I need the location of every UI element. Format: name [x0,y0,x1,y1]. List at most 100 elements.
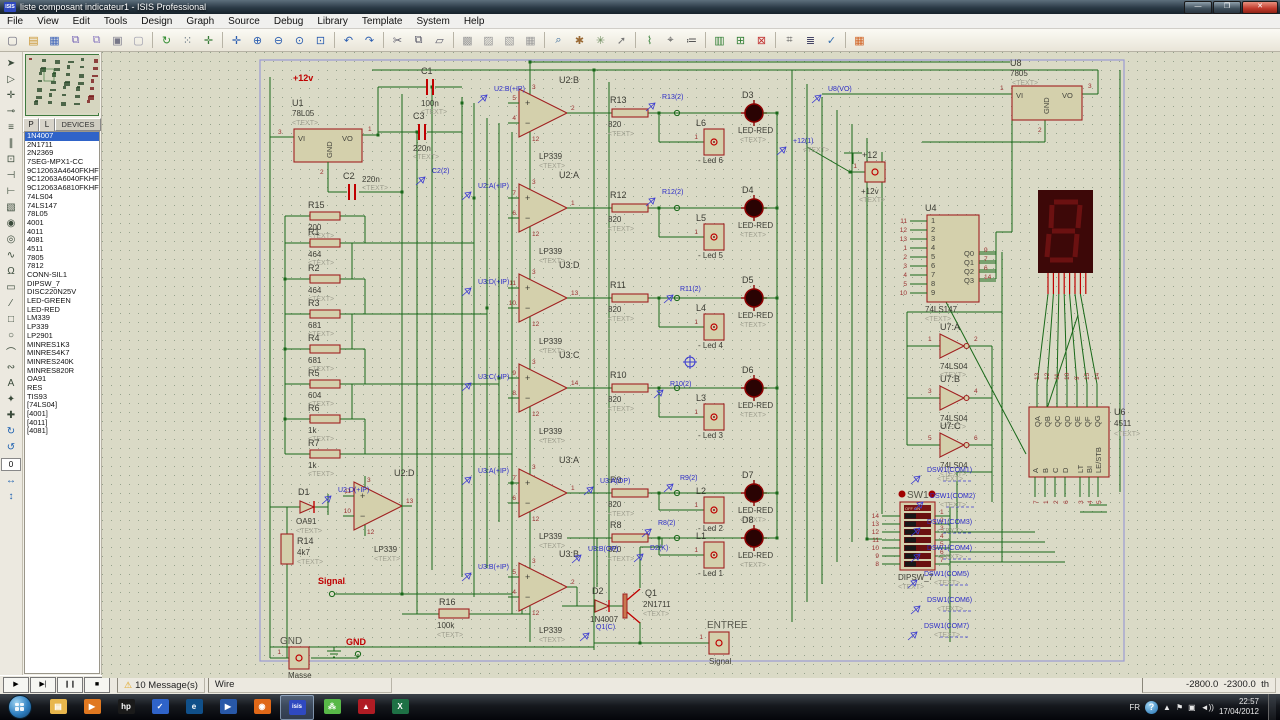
packaging-tool-icon[interactable]: ✳ [591,31,610,50]
menu-help[interactable]: Help [457,16,492,27]
2d-path-tool-icon[interactable]: ∾ [3,360,20,375]
block-delete-icon[interactable]: ▦ [521,31,540,50]
close-button[interactable]: ✕ [1242,0,1278,14]
menu-graph[interactable]: Graph [179,16,221,27]
stop-button[interactable]: ■ [84,677,110,693]
device-list[interactable]: 1N4007 2N1711 2N2369 7SEG-MPX1-CC 9C12063A46… [24,131,100,674]
pause-button[interactable]: ❙❙ [57,677,83,693]
menu-library[interactable]: Library [310,16,355,27]
play-button[interactable]: ▶ [3,677,29,693]
block-move-icon[interactable]: ▨ [479,31,498,50]
minimize-button[interactable]: — [1184,0,1212,14]
generator-tool-icon[interactable]: ◎ [3,232,20,247]
rotate-ccw-icon[interactable]: ↺ [3,440,20,455]
undo-icon[interactable]: ↶ [339,31,358,50]
tray-volume-icon[interactable]: ◄)) [1201,703,1214,712]
open-folder-icon[interactable]: ▤ [24,31,43,50]
component-r10[interactable] [611,383,649,393]
taskbar-clock[interactable]: 22:57 17/04/2012 [1219,697,1263,717]
subcircuit-tool-icon[interactable]: ⊡ [3,152,20,167]
menu-tools[interactable]: Tools [97,16,134,27]
block-rotate-icon[interactable]: ▧ [500,31,519,50]
show-desktop-button[interactable] [1268,694,1276,720]
goto-sheet-icon[interactable]: ⌗ [780,31,799,50]
component-r4[interactable] [309,344,341,354]
rotation-angle-field[interactable]: 0 [1,458,21,471]
2d-arc-tool-icon[interactable]: ⌒ [3,344,20,359]
schematic-canvas[interactable]: U1 78L05 <TEXT> VI VO GND 3 1 2 +12v U8 7805 <TEXT> V… [102,52,1280,678]
search-tag-icon[interactable]: ⌖ [661,31,680,50]
2d-circle-tool-icon[interactable]: ○ [3,328,20,343]
marker-tool-icon[interactable]: ✚ [3,408,20,423]
center-cursor-icon[interactable]: ✛ [227,31,246,50]
component-r15[interactable] [309,211,341,221]
taskbar-messenger-icon[interactable]: ⁂ [316,695,348,718]
menu-debug[interactable]: Debug [267,16,310,27]
taskbar-adobe-icon[interactable]: ▲ [350,695,382,718]
restore-button[interactable]: ❐ [1213,0,1241,14]
tray-help-icon[interactable]: ? [1145,700,1159,714]
menu-design[interactable]: Design [134,16,179,27]
component-r9[interactable] [611,488,649,498]
menu-view[interactable]: View [30,16,66,27]
copy-icon[interactable]: ⧉ [409,31,428,50]
taskbar-checkmail-icon[interactable]: ✓ [144,695,176,718]
toggle-grid-icon[interactable]: ⁙ [178,31,197,50]
zoom-area-icon[interactable]: ⊡ [311,31,330,50]
bus-tool-icon[interactable]: ∥ [3,136,20,151]
device-pin-tool-icon[interactable]: ⊢ [3,184,20,199]
taskbar-excel-icon[interactable]: X [384,695,416,718]
sheet-background[interactable] [102,52,1280,678]
component-r7[interactable] [309,449,341,459]
zoom-all-icon[interactable]: ⊙ [290,31,309,50]
menu-edit[interactable]: Edit [66,16,97,27]
mark-output-area-icon[interactable]: ▢ [129,31,148,50]
component-r8[interactable] [611,533,649,543]
taskbar-ie-icon[interactable]: e [178,695,210,718]
component-r16[interactable] [438,608,470,619]
2d-text-tool-icon[interactable]: A [3,376,20,391]
taskbar-firefox-icon[interactable]: ◉ [246,695,278,718]
taskbar-hp-icon[interactable]: hp [110,695,142,718]
make-device-icon[interactable]: ✱ [570,31,589,50]
component-r1[interactable] [309,238,341,248]
language-indicator[interactable]: FR [1129,703,1140,712]
false-origin-icon[interactable]: ✛ [199,31,218,50]
save-icon[interactable]: ▦ [45,31,64,50]
schematic-preview[interactable] [25,54,100,116]
wire-autorouter-icon[interactable]: ⌇ [640,31,659,50]
component-tool-icon[interactable]: ▷ [3,72,20,87]
property-assign-icon[interactable]: ≔ [682,31,701,50]
wire-label-tool-icon[interactable]: ⊸ [3,104,20,119]
zoom-out-icon[interactable]: ⊖ [269,31,288,50]
electrical-check-icon[interactable]: ✓ [822,31,841,50]
device-item[interactable]: [4081] [25,427,99,436]
taskbar-isis-icon[interactable]: isis [280,694,314,720]
new-file-icon[interactable]: ▢ [3,31,22,50]
component-r6[interactable] [309,414,341,424]
component-r5[interactable] [309,379,341,389]
component-r12[interactable] [611,203,649,213]
2d-symbol-tool-icon[interactable]: ✦ [3,392,20,407]
component-r11[interactable] [611,293,649,303]
rotate-cw-icon[interactable]: ↻ [3,424,20,439]
menu-source[interactable]: Source [221,16,267,27]
mirror-horizontal-icon[interactable]: ↔ [3,473,20,488]
paste-icon[interactable]: ▱ [430,31,449,50]
menu-template[interactable]: Template [355,16,410,27]
component-r13[interactable] [611,108,649,118]
selection-tool-icon[interactable]: ➤ [3,56,20,71]
voltage-probe-tool-icon[interactable]: ∿ [3,248,20,263]
cut-icon[interactable]: ✂ [388,31,407,50]
2d-box-tool-icon[interactable]: □ [3,312,20,327]
mirror-vertical-icon[interactable]: ↕ [3,489,20,504]
tray-expand-icon[interactable]: ▲ [1163,703,1171,712]
decompose-icon[interactable]: ➚ [612,31,631,50]
bom-icon[interactable]: ≣ [801,31,820,50]
taskbar-mediaplayer-icon[interactable]: ▶ [76,695,108,718]
redo-icon[interactable]: ↷ [360,31,379,50]
component-r2[interactable] [309,274,341,284]
tape-recorder-tool-icon[interactable]: ◉ [3,216,20,231]
menu-file[interactable]: File [0,16,30,27]
netlist-ares-icon[interactable]: ▦ [850,31,869,50]
